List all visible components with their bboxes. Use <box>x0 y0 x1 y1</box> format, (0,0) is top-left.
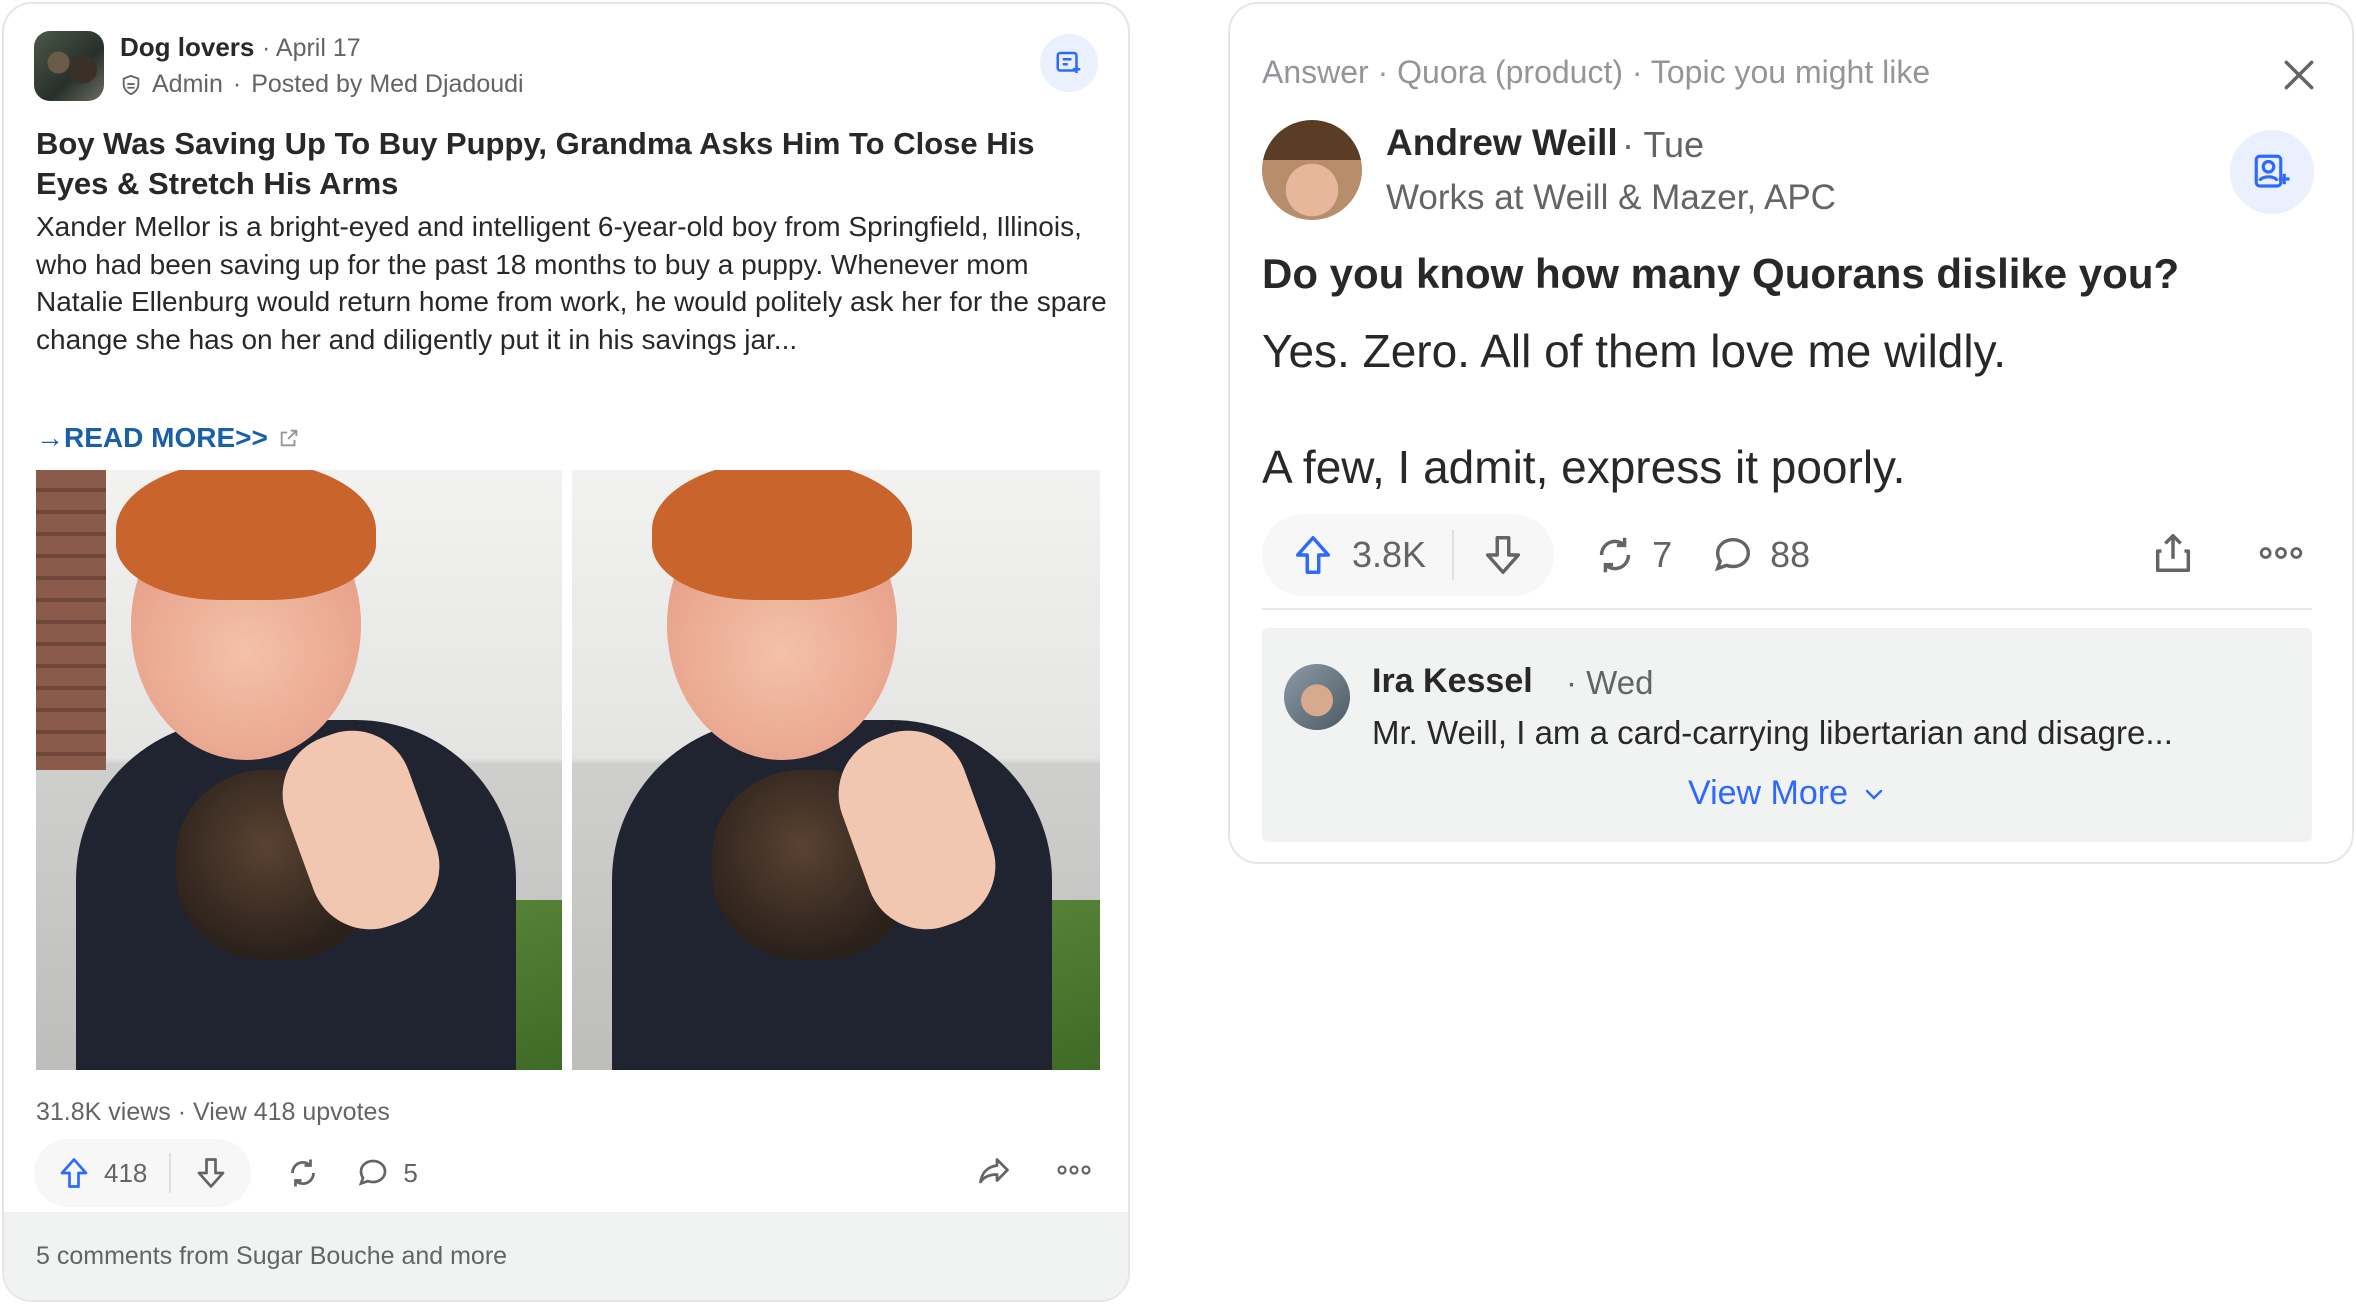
commenter-avatar[interactable] <box>1284 664 1350 730</box>
post-stats: 31.8K views · View 418 upvotes <box>36 1098 390 1126</box>
downvote-button[interactable] <box>1480 532 1526 578</box>
post-date: · April 17 <box>262 34 361 62</box>
share-upload-icon[interactable] <box>2150 530 2196 576</box>
close-icon[interactable] <box>2280 56 2318 94</box>
follow-user-icon <box>2254 154 2290 188</box>
answer-date-text: Tue <box>1643 124 1705 165</box>
post-title[interactable]: Boy Was Saving Up To Buy Puppy, Grandma … <box>36 124 1096 204</box>
follow-author-button[interactable] <box>2230 130 2314 214</box>
upvote-arrow-icon <box>1295 536 1331 574</box>
context-reason: Topic you might like <box>1650 54 1931 90</box>
author-credential: Works at Weill & Mazer, APC <box>1386 178 1836 217</box>
post-meta: Admin · Posted by Med Djadoudi <box>120 70 524 99</box>
external-link-icon <box>280 429 298 447</box>
answer-text-line-2: A few, I admit, express it poorly. <box>1262 441 1906 493</box>
post-secondary-actions <box>976 1152 1092 1188</box>
answer-card: Answer · Quora (product) · Topic you mig… <box>1228 2 2354 864</box>
vote-separator <box>169 1153 172 1193</box>
meta-separator: · <box>232 70 242 98</box>
comment-button[interactable]: 5 <box>355 1155 418 1191</box>
repost-icon <box>291 1159 316 1187</box>
author-avatar[interactable] <box>1262 120 1362 220</box>
comment-date-text: Wed <box>1586 664 1654 701</box>
comment-bubble-icon <box>359 1159 387 1186</box>
comments-preview-footer[interactable]: 5 comments from Sugar Bouche and more <box>4 1212 1128 1300</box>
admin-label: Admin <box>152 70 223 98</box>
comment-count: 5 <box>403 1157 418 1188</box>
upvote-count: 418 <box>104 1157 148 1188</box>
comment-date: · Wed <box>1566 664 1654 701</box>
action-divider <box>1262 608 2312 610</box>
top-comment-preview[interactable]: Ira Kessel · Wed Mr. Weill, I am a card-… <box>1262 628 2312 842</box>
share-count: 7 <box>1652 534 1673 575</box>
author-name[interactable]: Andrew Weill <box>1386 122 1618 164</box>
upvote-button[interactable]: 3.8K <box>1290 532 1426 578</box>
post-action-bar: 418 5 <box>34 1138 418 1208</box>
post-image-right[interactable] <box>572 470 1100 1070</box>
vote-pill: 3.8K <box>1262 514 1555 596</box>
upvote-arrow-icon <box>60 1158 88 1188</box>
downvote-button[interactable] <box>193 1155 229 1191</box>
answer-date: · Tue <box>1622 124 1705 165</box>
read-more-link[interactable]: →READ MORE>> <box>36 422 300 454</box>
share-arrow-icon[interactable] <box>976 1152 1012 1188</box>
admin-shield-icon <box>122 74 140 95</box>
comment-text: Mr. Weill, I am a card-carrying libertar… <box>1372 714 2173 751</box>
repost-icon <box>1599 537 1631 573</box>
comment-count: 88 <box>1770 534 1811 575</box>
share-repost-button[interactable]: 7 <box>1592 532 1672 578</box>
answer-context: Answer · Quora (product) · Topic you mig… <box>1262 54 1931 90</box>
post-date-text: April 17 <box>275 34 361 62</box>
answer-action-bar: 3.8K 7 88 <box>1262 514 1810 596</box>
view-upvotes-link[interactable]: View 418 upvotes <box>193 1098 390 1126</box>
post-image-left[interactable] <box>36 470 562 1070</box>
views-count: 31.8K views <box>36 1098 171 1126</box>
arrow-right-icon: → <box>36 422 64 453</box>
read-more-text: →READ MORE>> <box>36 422 268 454</box>
comment-button[interactable]: 88 <box>1710 532 1810 578</box>
upvote-count: 3.8K <box>1352 534 1427 575</box>
read-more-label: READ MORE>> <box>64 422 268 453</box>
vote-pill: 418 <box>34 1139 252 1207</box>
upvote-button[interactable]: 418 <box>56 1155 147 1191</box>
share-repost-button[interactable] <box>285 1155 321 1191</box>
space-name[interactable]: Dog lovers <box>120 32 254 63</box>
post-body: Xander Mellor is a bright-eyed and intel… <box>36 211 1107 355</box>
comment-bubble-icon <box>1714 537 1751 572</box>
more-options-icon[interactable] <box>2258 530 2304 576</box>
answer-secondary-actions <box>2150 530 2304 576</box>
vote-separator <box>1452 530 1455 580</box>
context-space[interactable]: Quora (product) <box>1397 54 1623 90</box>
view-more-button[interactable]: View More <box>1262 774 2312 813</box>
follow-space-icon <box>1056 51 1081 73</box>
more-options-icon[interactable] <box>1056 1152 1092 1188</box>
comments-preview-text: 5 comments from Sugar Bouche and more <box>36 1241 508 1270</box>
context-type: Answer <box>1262 54 1369 90</box>
answer-text-line-1: Yes. Zero. All of them love me wildly. <box>1262 325 2006 377</box>
posted-by[interactable]: Posted by Med Djadoudi <box>251 70 523 99</box>
view-more-label: View More <box>1688 774 1848 812</box>
space-post-card: Dog lovers · April 17 Admin · Posted by … <box>2 2 1130 1302</box>
question-title[interactable]: Do you know how many Quorans dislike you… <box>1262 250 2179 298</box>
follow-space-button[interactable] <box>1040 34 1098 92</box>
chevron-down-icon <box>1865 789 1883 800</box>
space-avatar[interactable] <box>34 31 104 101</box>
commenter-name[interactable]: Ira Kessel <box>1372 662 1533 701</box>
